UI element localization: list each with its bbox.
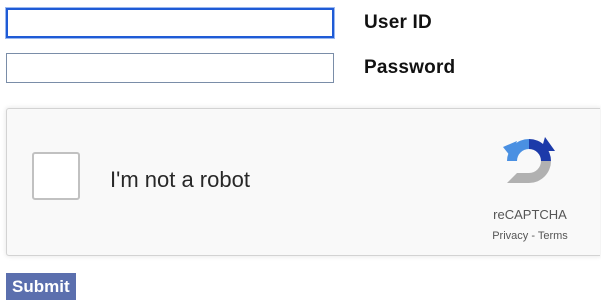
user-id-label: User ID — [364, 12, 432, 33]
privacy-link[interactable]: Privacy — [492, 230, 528, 242]
login-form: User ID Password I'm not a robot reCAPTC… — [0, 0, 601, 301]
terms-link[interactable]: Terms — [538, 230, 568, 242]
password-label: Password — [364, 57, 456, 78]
user-id-row: User ID — [6, 8, 432, 38]
user-id-input[interactable] — [6, 8, 334, 38]
recaptcha-logo-icon — [503, 137, 555, 183]
recaptcha-widget: I'm not a robot reCAPTCHA Privacy - Term… — [6, 108, 600, 256]
password-input[interactable] — [6, 53, 334, 83]
recaptcha-checkbox-label: I'm not a robot — [110, 167, 250, 192]
recaptcha-checkbox[interactable] — [32, 152, 80, 200]
password-row: Password — [6, 53, 455, 83]
recaptcha-brand: reCAPTCHA — [493, 207, 567, 222]
submit-button[interactable]: Submit — [6, 273, 76, 300]
links-separator: - — [528, 230, 538, 242]
recaptcha-links: Privacy - Terms — [469, 230, 591, 242]
